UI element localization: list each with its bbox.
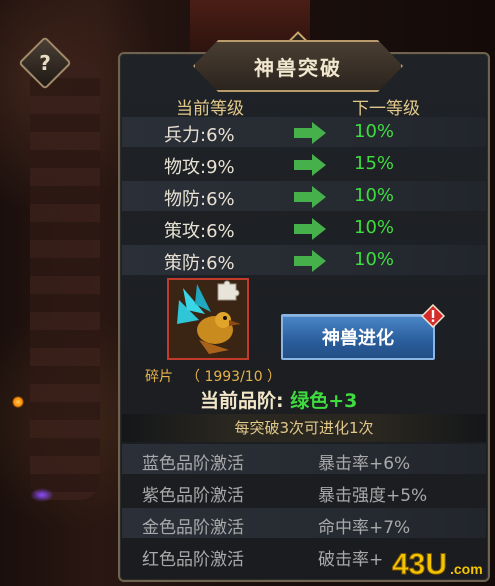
stat-current: 物攻:9% bbox=[164, 157, 235, 178]
svg-text:43U: 43U bbox=[392, 548, 447, 581]
activation-row: 紫色品阶激活 暴击强度+5% bbox=[122, 476, 486, 506]
stat-next: 10% bbox=[354, 249, 395, 270]
fragment-count: （ 1993/10 ） bbox=[186, 369, 282, 385]
stat-row: 物防:6% 10% bbox=[122, 181, 486, 211]
stat-current: 策攻:6% bbox=[164, 221, 235, 242]
stat-next: 10% bbox=[354, 217, 395, 238]
arrow-right-icon bbox=[294, 250, 326, 272]
arrow-right-icon bbox=[294, 218, 326, 240]
evolve-button[interactable]: 神兽进化 bbox=[281, 314, 435, 360]
stat-row: 兵力:6% 10% bbox=[122, 117, 486, 147]
activation-bonus: 破击率+ bbox=[318, 550, 384, 570]
activation-bonus: 命中率+7% bbox=[318, 518, 411, 538]
activation-name: 金色品阶激活 bbox=[142, 518, 244, 538]
activation-row: 蓝色品阶激活 暴击率+6% bbox=[122, 444, 486, 474]
svg-text:.com: .com bbox=[450, 561, 483, 577]
activation-bonus: 暴击率+6% bbox=[318, 454, 411, 474]
question-icon: ? bbox=[39, 51, 51, 75]
arrow-right-icon bbox=[294, 154, 326, 176]
stat-next: 15% bbox=[354, 153, 395, 174]
site-watermark-logo: 43U .com bbox=[392, 548, 483, 582]
current-level-header: 当前等级 bbox=[176, 99, 244, 119]
fragment-label: 碎片 bbox=[145, 369, 173, 385]
stat-current: 兵力:6% bbox=[164, 125, 235, 146]
activation-name: 紫色品阶激活 bbox=[142, 486, 244, 506]
activation-name: 红色品阶激活 bbox=[142, 550, 244, 570]
activation-bonus: 暴击强度+5% bbox=[318, 486, 428, 506]
next-level-header: 下一等级 bbox=[352, 99, 420, 119]
stat-next: 10% bbox=[354, 185, 395, 206]
alert-icon bbox=[421, 304, 445, 328]
torch-glow bbox=[12, 396, 24, 408]
stat-row: 策攻:6% 10% bbox=[122, 213, 486, 243]
stat-row: 物攻:9% 15% bbox=[122, 149, 486, 179]
stat-current: 物防:6% bbox=[164, 189, 235, 210]
grade-label: 当前品阶: bbox=[200, 390, 284, 412]
activation-name: 蓝色品阶激活 bbox=[142, 454, 244, 474]
arrow-right-icon bbox=[294, 186, 326, 208]
purple-glow bbox=[30, 488, 54, 502]
stat-current: 策防:6% bbox=[164, 253, 235, 274]
activation-row: 金色品阶激活 命中率+7% bbox=[122, 508, 486, 538]
panel-title: 神兽突破 bbox=[254, 56, 342, 80]
stat-next: 10% bbox=[354, 121, 395, 142]
evolve-note: 每突破3次可进化1次 bbox=[122, 414, 486, 442]
stat-row: 策防:6% 10% bbox=[122, 245, 486, 275]
grade-value: 绿色+3 bbox=[290, 390, 358, 412]
puzzle-piece-icon bbox=[217, 280, 240, 301]
current-grade: 当前品阶: 绿色+3 bbox=[200, 386, 357, 413]
arrow-right-icon bbox=[294, 122, 326, 144]
background-pillar bbox=[30, 60, 100, 500]
